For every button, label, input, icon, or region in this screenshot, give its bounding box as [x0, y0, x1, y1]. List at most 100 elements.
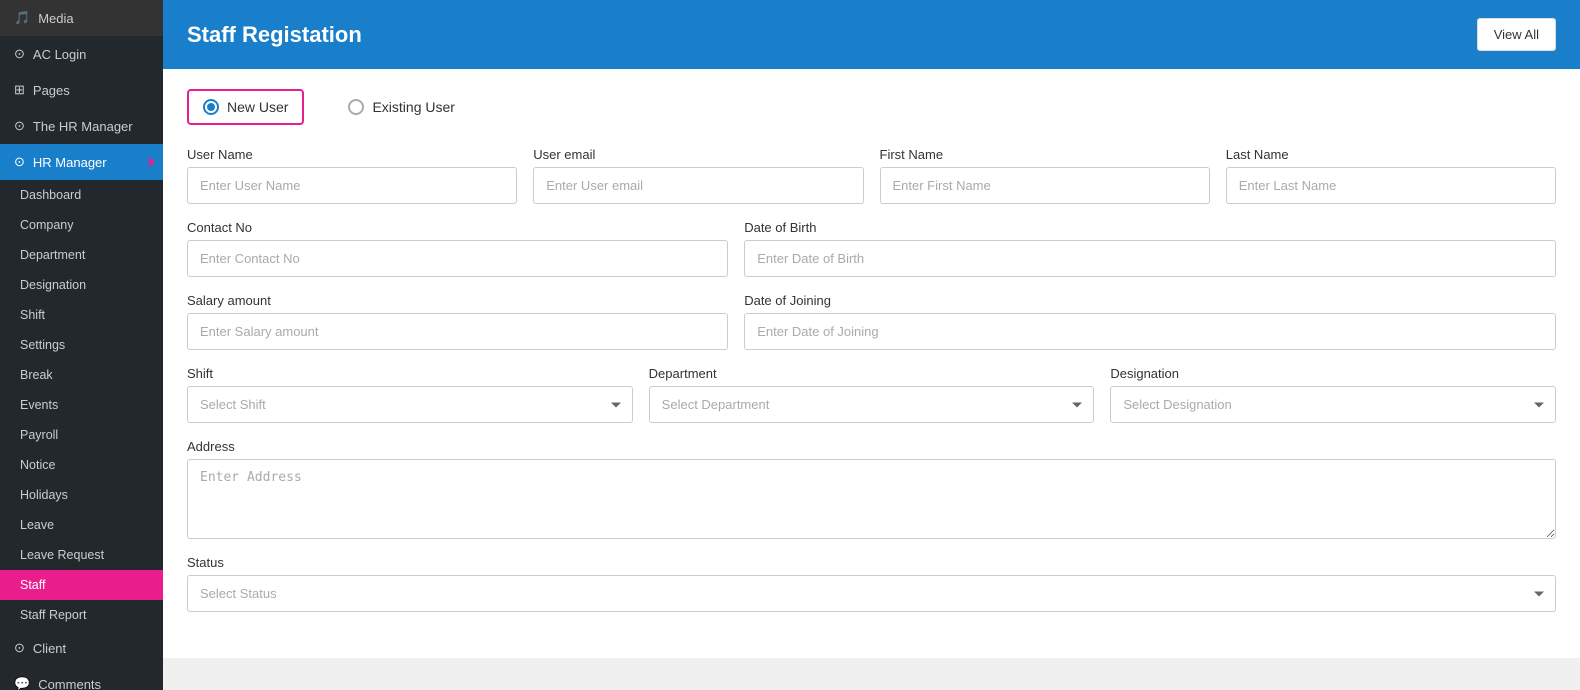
salary-input[interactable]: [187, 313, 728, 350]
sidebar-item-payroll[interactable]: Payroll: [0, 420, 163, 450]
sidebar-item-media[interactable]: 🎵 Media: [0, 0, 163, 36]
status-label: Status: [187, 555, 1556, 570]
form-group-designation: Designation Select Designation: [1110, 366, 1556, 423]
radio-new-user-label: New User: [227, 99, 288, 115]
doj-label: Date of Joining: [744, 293, 1556, 308]
contact-input[interactable]: [187, 240, 728, 277]
doj-input[interactable]: [744, 313, 1556, 350]
sidebar-item-holidays[interactable]: Holidays: [0, 480, 163, 510]
sidebar-item-shift-label: Shift: [20, 308, 45, 322]
sidebar-item-events[interactable]: Events: [0, 390, 163, 420]
sidebar-item-notice[interactable]: Notice: [0, 450, 163, 480]
form-group-salary: Salary amount: [187, 293, 728, 350]
designation-label: Designation: [1110, 366, 1556, 381]
sidebar-item-department[interactable]: Department: [0, 240, 163, 270]
salary-label: Salary amount: [187, 293, 728, 308]
sidebar-item-comments[interactable]: 💬 Comments: [0, 666, 163, 690]
sidebar-hr-manager-header[interactable]: ⊙ HR Manager: [0, 144, 163, 180]
department-label: Department: [649, 366, 1095, 381]
radio-existing-user[interactable]: Existing User: [334, 91, 468, 123]
status-select-wrapper: Select Status: [187, 575, 1556, 612]
main-content: Staff Registation View All New User Exis…: [163, 0, 1580, 690]
sidebar-item-leave-request[interactable]: Leave Request: [0, 540, 163, 570]
form-group-address: Address: [187, 439, 1556, 539]
sidebar-item-media-label: Media: [38, 11, 73, 26]
sidebar-hr-manager-label: HR Manager: [33, 155, 107, 170]
view-all-button[interactable]: View All: [1477, 18, 1556, 51]
sidebar-item-pages-label: Pages: [33, 83, 70, 98]
radio-existing-user-circle: [348, 99, 364, 115]
ac-login-icon: ⊙: [14, 46, 25, 62]
sidebar-item-the-hr-manager[interactable]: ⊙ The HR Manager: [0, 108, 163, 144]
sidebar-item-client[interactable]: ⊙ Client: [0, 630, 163, 666]
hr-manager-icon: ⊙: [14, 118, 25, 134]
form-group-contact: Contact No: [187, 220, 728, 277]
sidebar-item-payroll-label: Payroll: [20, 428, 58, 442]
sidebar-item-staff-report[interactable]: Staff Report: [0, 600, 163, 630]
email-input[interactable]: [533, 167, 863, 204]
form-group-doj: Date of Joining: [744, 293, 1556, 350]
sidebar-item-dashboard-label: Dashboard: [20, 188, 81, 202]
form-row-2: Contact No Date of Birth: [187, 220, 1556, 277]
username-input[interactable]: [187, 167, 517, 204]
lastname-label: Last Name: [1226, 147, 1556, 162]
designation-select[interactable]: Select Designation: [1110, 386, 1556, 423]
form-group-status: Status Select Status: [187, 555, 1556, 612]
hr-manager-section-icon: ⊙: [14, 154, 25, 170]
sidebar-item-the-hr-manager-label: The HR Manager: [33, 119, 133, 134]
shift-select-wrapper: Select Shift: [187, 386, 633, 423]
sidebar-item-events-label: Events: [20, 398, 58, 412]
sidebar-item-company[interactable]: Company: [0, 210, 163, 240]
form-row-5: Address: [187, 439, 1556, 539]
sidebar-item-designation[interactable]: Designation: [0, 270, 163, 300]
sidebar-item-dashboard[interactable]: Dashboard: [0, 180, 163, 210]
sidebar-item-pages[interactable]: ⊞ Pages: [0, 72, 163, 108]
form-group-dob: Date of Birth: [744, 220, 1556, 277]
status-select[interactable]: Select Status: [187, 575, 1556, 612]
sidebar-item-notice-label: Notice: [20, 458, 55, 472]
sidebar-item-break-label: Break: [20, 368, 53, 382]
address-label: Address: [187, 439, 1556, 454]
radio-new-user[interactable]: New User: [187, 89, 304, 125]
form-row-6: Status Select Status: [187, 555, 1556, 612]
form-row-3: Salary amount Date of Joining: [187, 293, 1556, 350]
sidebar-item-company-label: Company: [20, 218, 74, 232]
lastname-input[interactable]: [1226, 167, 1556, 204]
form-area: New User Existing User User Name User em…: [163, 69, 1580, 658]
email-label: User email: [533, 147, 863, 162]
chevron-right-icon: [149, 157, 155, 167]
sidebar-item-client-label: Client: [33, 641, 66, 656]
dob-label: Date of Birth: [744, 220, 1556, 235]
department-select-wrapper: Select Department: [649, 386, 1095, 423]
firstname-label: First Name: [880, 147, 1210, 162]
sidebar-item-staff[interactable]: Staff: [0, 570, 163, 600]
comments-icon: 💬: [14, 676, 30, 690]
form-group-email: User email: [533, 147, 863, 204]
department-select[interactable]: Select Department: [649, 386, 1095, 423]
radio-existing-user-label: Existing User: [372, 99, 454, 115]
media-icon: 🎵: [14, 10, 30, 26]
radio-new-user-circle: [203, 99, 219, 115]
sidebar-item-comments-label: Comments: [38, 677, 101, 690]
form-row-1: User Name User email First Name Last Nam…: [187, 147, 1556, 204]
sidebar-item-shift[interactable]: Shift: [0, 300, 163, 330]
dob-input[interactable]: [744, 240, 1556, 277]
address-textarea[interactable]: [187, 459, 1556, 539]
designation-select-wrapper: Select Designation: [1110, 386, 1556, 423]
sidebar-item-leave[interactable]: Leave: [0, 510, 163, 540]
sidebar-item-settings[interactable]: Settings: [0, 330, 163, 360]
sidebar-item-department-label: Department: [20, 248, 85, 262]
firstname-input[interactable]: [880, 167, 1210, 204]
sidebar-item-ac-login[interactable]: ⊙ AC Login: [0, 36, 163, 72]
form-row-4: Shift Select Shift Department Select Dep…: [187, 366, 1556, 423]
sidebar-item-staff-label: Staff: [20, 578, 45, 592]
shift-select[interactable]: Select Shift: [187, 386, 633, 423]
sidebar-item-ac-login-label: AC Login: [33, 47, 86, 62]
form-group-department: Department Select Department: [649, 366, 1095, 423]
sidebar: 🎵 Media ⊙ AC Login ⊞ Pages ⊙ The HR Mana…: [0, 0, 163, 690]
sidebar-item-settings-label: Settings: [20, 338, 65, 352]
sidebar-item-staff-report-label: Staff Report: [20, 608, 86, 622]
sidebar-item-break[interactable]: Break: [0, 360, 163, 390]
form-group-username: User Name: [187, 147, 517, 204]
form-group-firstname: First Name: [880, 147, 1210, 204]
